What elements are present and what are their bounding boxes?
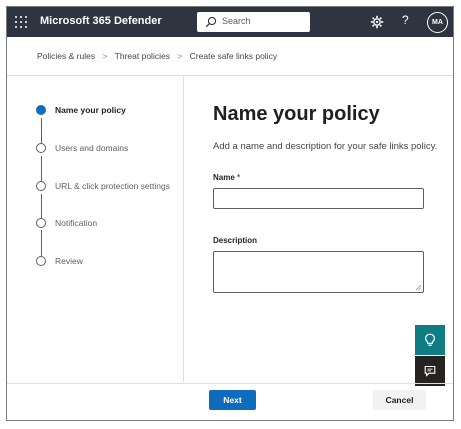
breadcrumb-item-current: Create safe links policy [189,51,278,61]
step-label: Users and domains [55,143,129,153]
step-label: URL & click protection settings [55,181,170,191]
step-connector [41,156,42,182]
breadcrumb: Policies & rules > Threat policies > Cre… [37,51,277,61]
feedback-button[interactable] [415,356,445,386]
chat-icon [424,365,436,377]
breadcrumb-divider [7,75,453,76]
next-button[interactable]: Next [209,390,256,410]
step-current-indicator [36,105,46,115]
step-pending-indicator [36,218,46,228]
footer-divider [7,383,453,384]
panel-divider [183,76,184,382]
search-input[interactable]: Search [222,16,251,26]
step-pending-indicator [36,181,46,191]
name-field[interactable] [213,188,424,209]
description-field[interactable] [213,251,424,293]
cancel-button[interactable]: Cancel [373,390,426,410]
required-marker: * [237,173,241,182]
lightbulb-icon [424,333,436,346]
help-icon[interactable]: ? [402,13,409,27]
avatar[interactable]: MA [427,12,448,33]
step-label: Review [55,256,83,266]
assistant-button[interactable] [415,325,445,355]
app-title[interactable]: Microsoft 365 Defender [40,15,162,27]
breadcrumb-item-threat-policies[interactable]: Threat policies [115,51,170,61]
step-label: Notification [55,218,98,228]
step-pending-indicator [36,143,46,153]
waffle-icon[interactable] [15,16,27,28]
page-description: Add a name and description for your safe… [213,141,438,152]
window-frame: Microsoft 365 Defender Search ? MA Polic… [6,6,454,421]
search-box[interactable]: Search [197,12,310,32]
step-connector [41,194,42,218]
breadcrumb-separator: > [102,51,108,61]
name-label-text: Name [213,173,235,182]
step-label: Name your policy [55,105,126,115]
breadcrumb-item-policies-rules[interactable]: Policies & rules [37,51,95,61]
step-pending-indicator [36,256,46,266]
step-connector [41,118,42,144]
name-field-label: Name * [213,173,240,182]
search-icon [205,16,217,28]
step-connector [41,230,42,256]
breadcrumb-separator: > [177,51,183,61]
page-title: Name your policy [213,103,380,125]
top-bar: Microsoft 365 Defender Search ? MA [7,7,453,37]
gear-icon[interactable] [370,15,384,29]
description-field-label: Description [213,236,258,245]
resize-grip-icon[interactable] [416,285,421,290]
